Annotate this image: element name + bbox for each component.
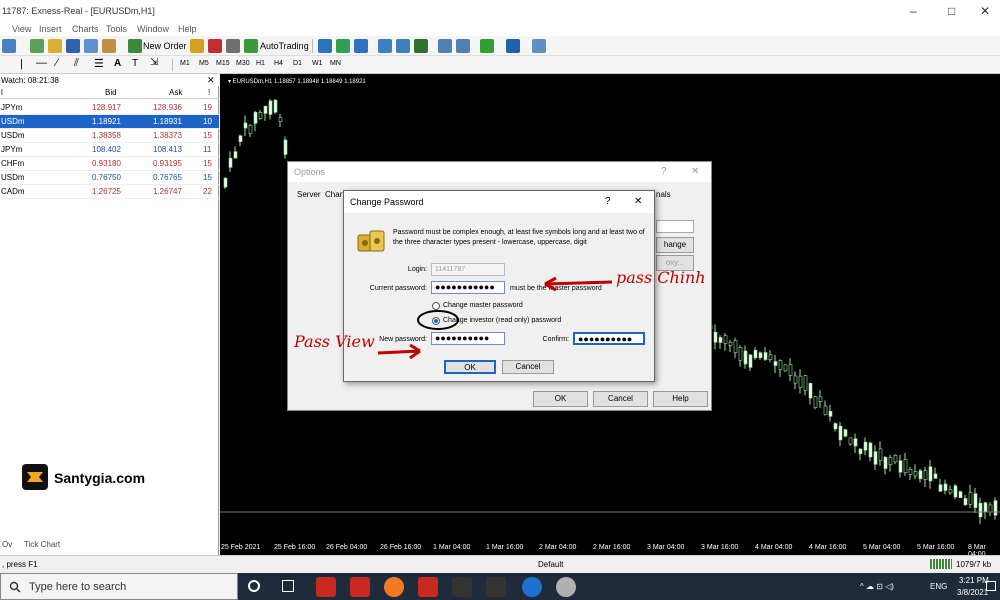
exness-app-icon[interactable] [452,577,472,597]
language-indicator[interactable]: ENG [930,582,947,591]
paint-icon[interactable] [556,577,576,597]
status-bar: , press F1 Default 1079/7 kb [0,555,1000,573]
search-placeholder: Type here to search [29,581,127,593]
zalo-icon[interactable] [522,577,542,597]
clock-time[interactable]: 3:21 PM [959,576,989,585]
taskbar: Type here to search ^ ☁ ⊡ ◁) ENG 3:21 PM… [0,573,1000,600]
cortana-icon[interactable] [248,580,260,592]
fxpro-app-icon[interactable] [418,577,438,597]
notification-icon[interactable] [986,581,996,591]
highlight-circle [417,310,459,330]
task-view-icon[interactable] [282,580,294,592]
status-profile: Default [538,560,564,569]
pass-view-annotation: Pass View [294,332,375,351]
pass-chinh-annotation: pass Chinh [616,268,706,287]
annotation-overlay [377,276,613,360]
search-icon [9,581,21,593]
clock-date[interactable]: 3/8/2021 [957,588,988,597]
connection-indicator-icon [930,559,952,569]
status-connection: 1079/7 kb [956,560,992,569]
fxpro-app-icon[interactable] [350,577,370,597]
fxpro-app-icon[interactable] [316,577,336,597]
taskbar-search[interactable]: Type here to search [0,573,238,600]
firefox-icon[interactable] [384,577,404,597]
status-hint: , press F1 [2,560,38,569]
tray-icons[interactable]: ^ ☁ ⊡ ◁) [860,582,894,591]
exness-app-icon[interactable] [486,577,506,597]
pass-chinh-arrow [544,276,613,292]
pass-view-arrow [377,343,421,360]
